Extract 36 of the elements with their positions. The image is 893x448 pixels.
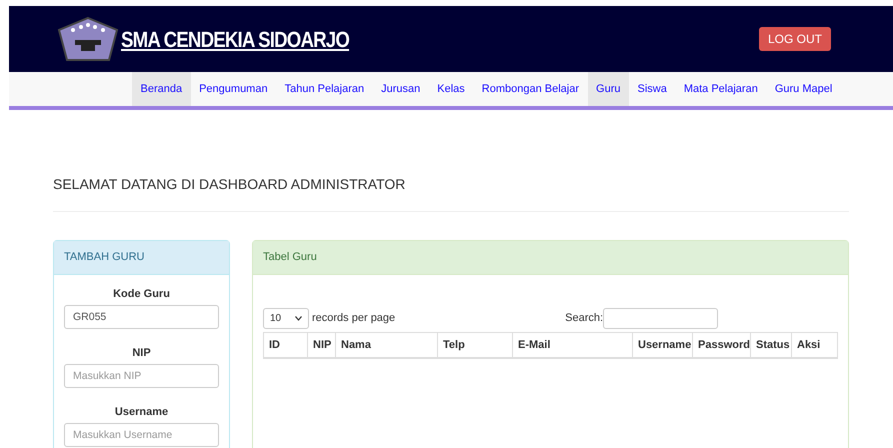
logo-icon xyxy=(57,16,119,62)
field-label: Username xyxy=(114,405,170,418)
nav-link[interactable]: Kelas xyxy=(428,72,474,106)
column-header[interactable]: Nama xyxy=(335,333,437,357)
column-header[interactable]: ID xyxy=(264,333,307,357)
nav-link[interactable]: Beranda xyxy=(132,72,191,106)
column-header[interactable]: Username xyxy=(632,333,692,357)
input-field[interactable]: Masukkan Username xyxy=(64,423,219,447)
nav-link[interactable]: Guru xyxy=(588,72,629,106)
nav-link[interactable]: Mata Pelajaran xyxy=(675,72,766,106)
panel-title: Tabel Guru xyxy=(253,241,848,275)
nav-link[interactable]: Pengumuman xyxy=(190,72,276,106)
nav-link[interactable]: Guru Mapel xyxy=(766,72,841,106)
column-header[interactable]: Aksi xyxy=(791,333,837,357)
chevron-down-icon xyxy=(295,316,302,320)
page-heading: SELAMAT DATANG DI DASHBOARD ADMINISTRATOR xyxy=(53,174,849,212)
page-size-select[interactable]: 10 xyxy=(263,308,309,328)
nav-link[interactable]: Rombongan Belajar xyxy=(473,72,588,106)
column-header[interactable]: Telp xyxy=(437,333,512,357)
logout-button[interactable]: LOG OUT xyxy=(758,27,831,51)
page-size-label: records per page xyxy=(312,310,396,326)
search-label: Search: xyxy=(565,310,604,326)
input-field[interactable]: GR055 xyxy=(64,305,219,329)
column-header[interactable]: Status xyxy=(750,333,791,357)
search-field[interactable] xyxy=(603,308,718,328)
nav-link[interactable]: Jurusan xyxy=(372,72,429,106)
field-label: NIP xyxy=(131,346,152,359)
field-label: Kode Guru xyxy=(112,287,171,300)
column-header[interactable]: E-Mail xyxy=(512,333,632,357)
column-header[interactable]: Password xyxy=(692,333,750,357)
school-name[interactable]: SMA CENDEKIA SIDOARJO xyxy=(121,22,350,56)
column-header[interactable]: NIP xyxy=(307,333,335,357)
input-field[interactable]: Masukkan NIP xyxy=(64,364,219,388)
nav-link[interactable]: Siswa xyxy=(628,72,676,106)
nav-link[interactable]: Tahun Pelajaran xyxy=(276,72,373,106)
panel-title: TAMBAH GURU xyxy=(54,241,229,275)
